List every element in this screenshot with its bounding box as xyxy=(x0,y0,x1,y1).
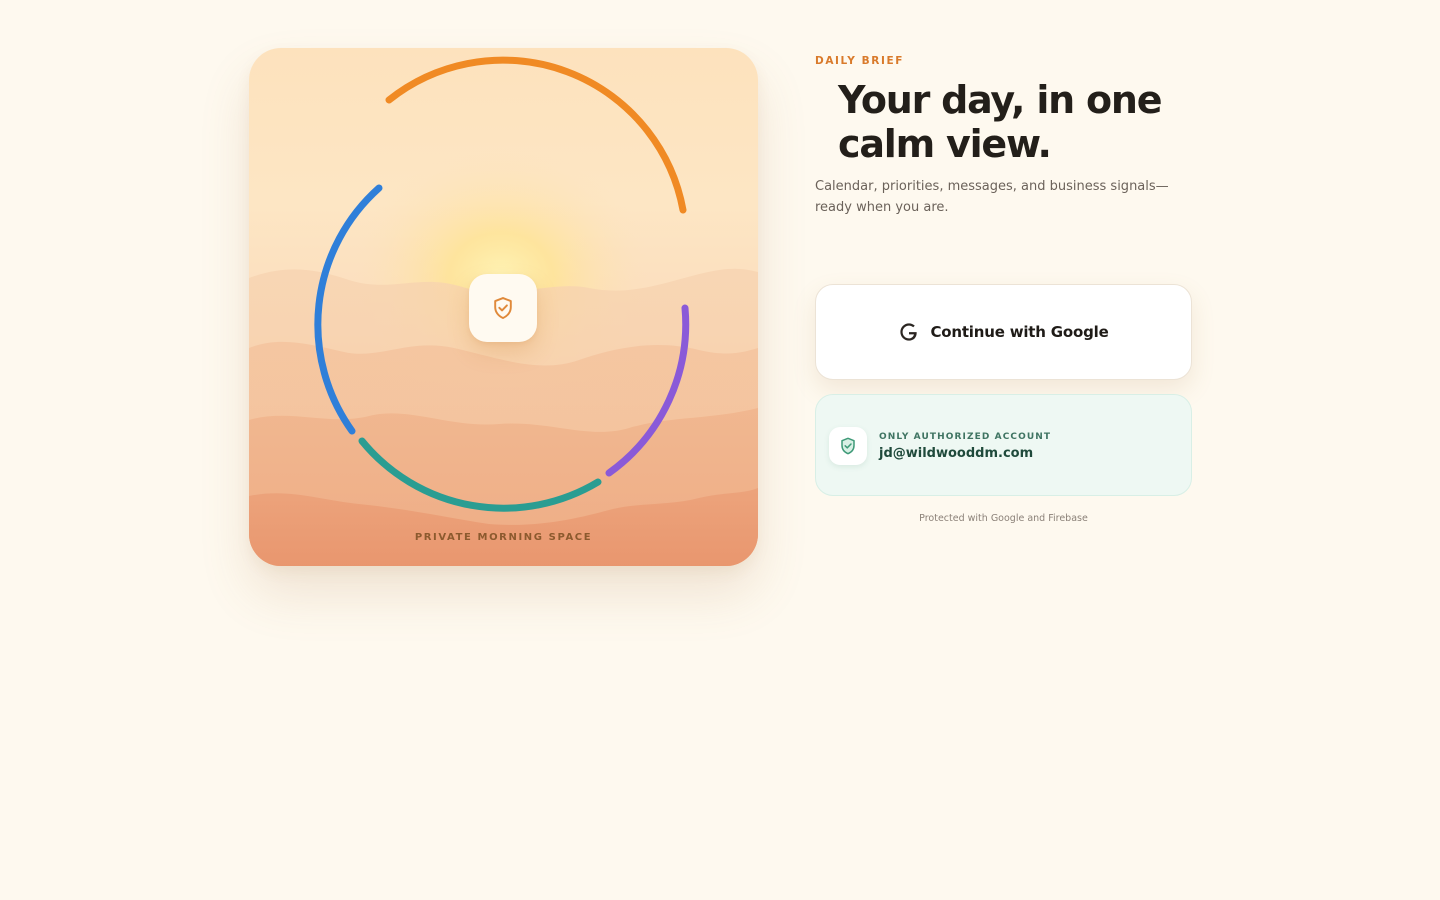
eyebrow-label: DAILY BRIEF xyxy=(815,55,905,67)
continue-with-google-button[interactable]: Continue with Google xyxy=(815,284,1192,380)
hero-caption: PRIVATE MORNING SPACE xyxy=(414,532,593,543)
authorized-account-email: jd@wildwooddm.com xyxy=(879,446,1034,461)
authorized-account-icon-badge xyxy=(829,427,867,465)
google-g-icon xyxy=(898,321,920,343)
authorized-account-label: ONLY AUTHORIZED ACCOUNT xyxy=(879,432,1052,442)
shield-check-icon xyxy=(494,297,512,319)
hero-illustration-card: PRIVATE MORNING SPACE xyxy=(249,48,758,566)
security-footnote: Protected with Google and Firebase xyxy=(919,513,1088,524)
authorized-account-panel: ONLY AUTHORIZED ACCOUNT jd@wildwooddm.co… xyxy=(815,394,1192,496)
center-shield-badge xyxy=(469,274,537,342)
shield-check-icon xyxy=(841,437,855,455)
page-title: Your day, in one calm view. xyxy=(838,78,1163,166)
continue-with-google-label: Continue with Google xyxy=(930,323,1109,341)
sign-in-page: PRIVATE MORNING SPACE DAILY BRIEF Your d… xyxy=(0,0,1440,900)
page-subtitle: Calendar, priorities, messages, and busi… xyxy=(815,179,1169,215)
